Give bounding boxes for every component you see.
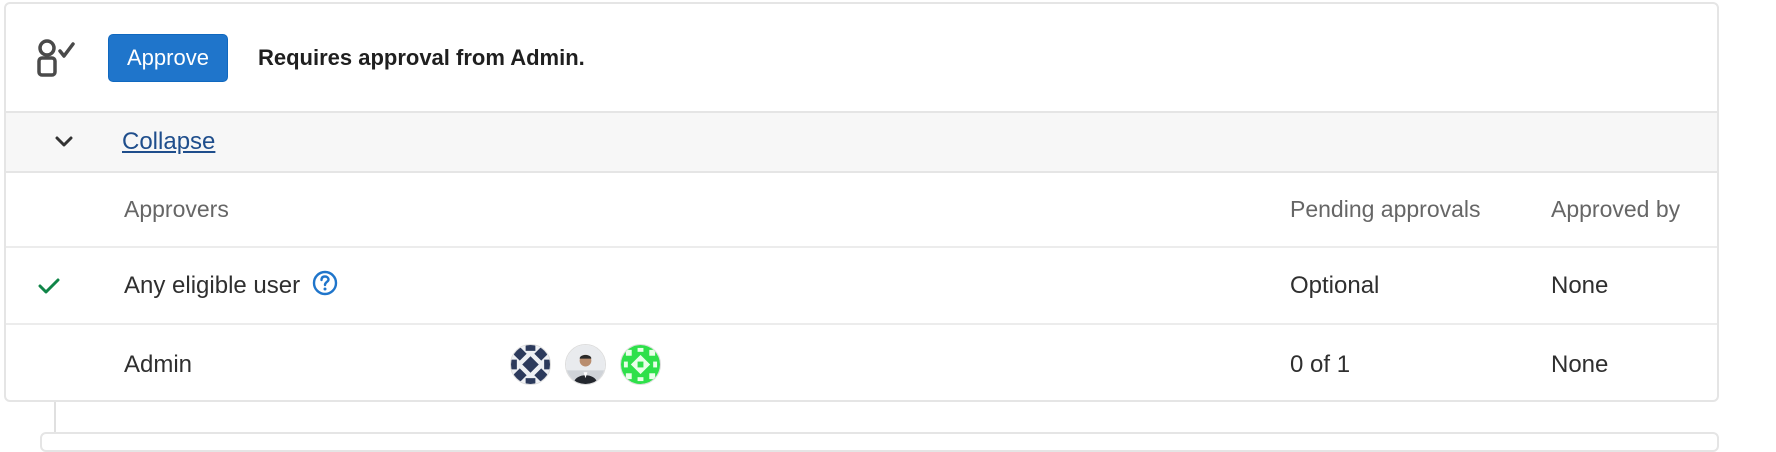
timeline-connector: [54, 402, 56, 432]
approve-button[interactable]: Approve: [108, 33, 228, 82]
pending-approvals-value: 0 of 1: [1290, 350, 1351, 378]
pending-approvals-value: Optional: [1290, 247, 1551, 325]
chevron-down-icon[interactable]: [6, 136, 122, 148]
avatar-pattern-green[interactable]: [620, 344, 661, 385]
avatar-pattern-navy[interactable]: [510, 344, 551, 385]
approver-name: Any eligible user: [124, 271, 301, 299]
pending-approvals-column-header: Pending approvals: [1290, 173, 1551, 248]
table-row: Any eligible user Optional None: [6, 247, 1717, 325]
approved-by-value: None: [1551, 247, 1717, 325]
collapse-link[interactable]: Collapse: [122, 128, 215, 156]
question-circle-icon[interactable]: [312, 270, 338, 296]
approver-name: Admin: [124, 350, 193, 378]
table-header-row: Approvers Pending approvals Approved by: [6, 173, 1717, 248]
approvals-header: Approve Requires approval from Admin.: [6, 4, 1717, 113]
avatar-photo-person[interactable]: [565, 344, 606, 385]
collapse-bar: Collapse: [6, 113, 1717, 173]
table-row: Admin 0 of 1 None: [6, 324, 1717, 400]
approvers-table: Approvers Pending approvals Approved by …: [6, 173, 1717, 400]
approved-by-column-header: Approved by: [1551, 173, 1717, 248]
approver-avatars: [510, 344, 1290, 385]
approved-by-value: None: [1551, 350, 1609, 378]
approvals-widget: Approve Requires approval from Admin. Co…: [4, 2, 1719, 402]
approval-icon: [6, 38, 108, 78]
approval-summary: Requires approval from Admin.: [257, 44, 585, 70]
check-icon: [6, 277, 92, 295]
next-widget-card: [40, 432, 1719, 452]
approvers-column-header: Approvers: [124, 173, 1290, 248]
